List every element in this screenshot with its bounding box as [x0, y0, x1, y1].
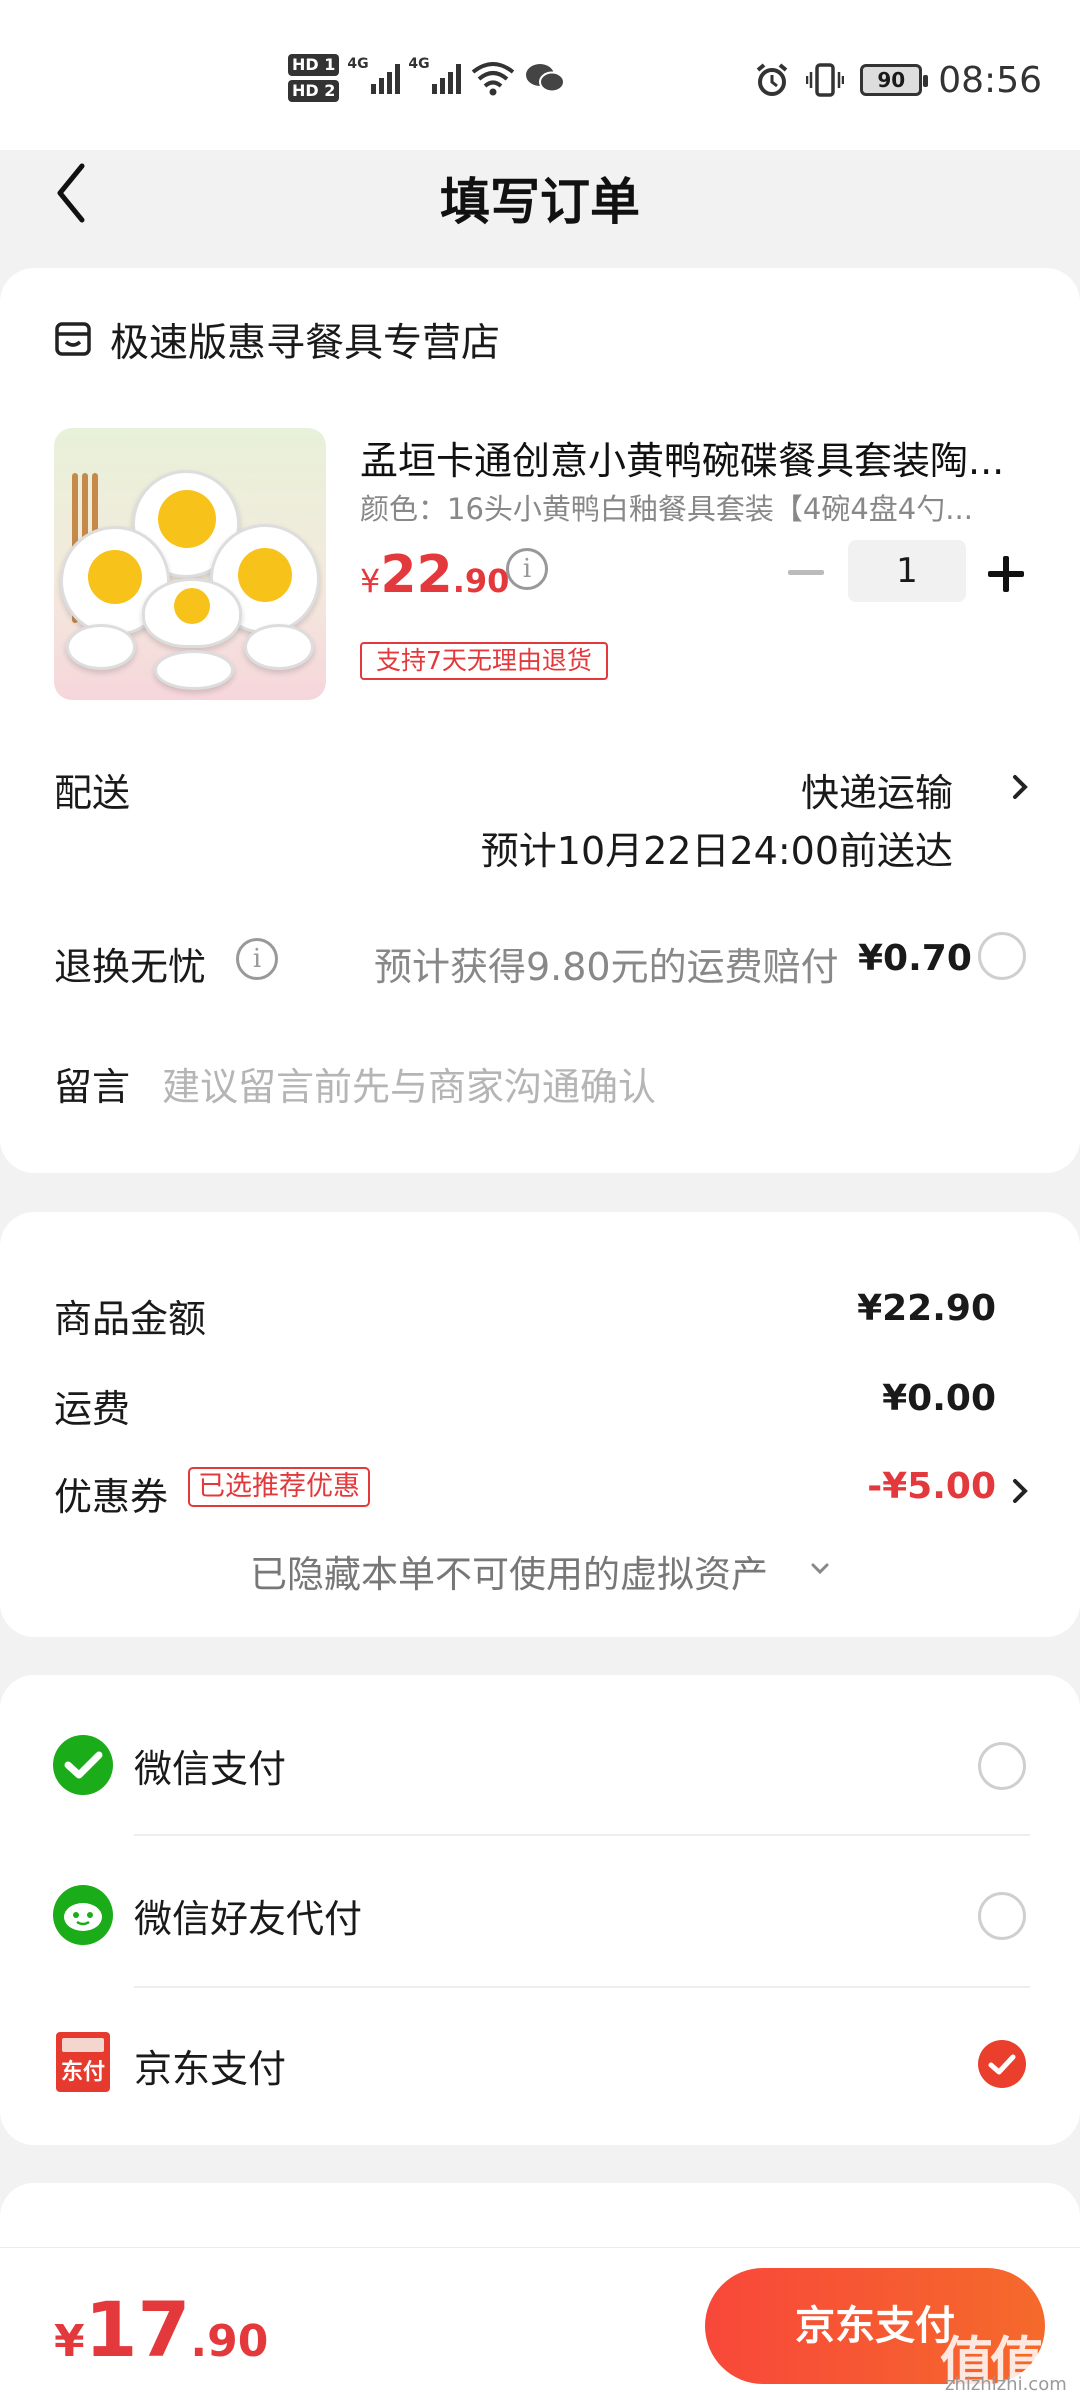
vibrate-icon [806, 63, 845, 97]
hidden-assets-toggle[interactable]: 已隐藏本单不可使用的虚拟资产 [250, 1544, 768, 1598]
shipping-label: 运费 [54, 1387, 131, 1431]
return-policy-tag: 支持7天无理由退货 [360, 642, 608, 680]
return-worry-desc: 预计获得9.80元的运费赔付 [374, 945, 839, 989]
status-right: 90 08:56 [754, 50, 1042, 110]
payment-radio-wechat-friend[interactable] [978, 1892, 1026, 1940]
delivery-eta: 预计10月22日24:00前送达 [480, 829, 953, 873]
wechat-notification-icon [526, 64, 566, 93]
chevron-down-icon[interactable] [808, 1560, 832, 1578]
payment-option-label: 京东支付 [134, 2047, 287, 2091]
jd-pay-icon: 东付 [56, 2032, 110, 2092]
wifi-icon [472, 62, 515, 96]
battery-icon: 90 [860, 64, 929, 96]
delivery-label: 配送 [54, 771, 131, 815]
hd1-badge: HD 1 [288, 54, 340, 76]
status-left: HD 1 HD 2 4G 4G [288, 48, 566, 108]
product-image[interactable] [54, 428, 326, 700]
payment-radio-jd[interactable] [978, 2040, 1026, 2088]
coupon-label: 优惠券 [54, 1475, 169, 1519]
payment-option-label: 微信支付 [134, 1747, 287, 1791]
payment-radio-wechat[interactable] [978, 1742, 1026, 1790]
signal-icon-1: 4G [347, 56, 401, 94]
coupon-value[interactable]: -¥5.00 [867, 1466, 996, 1507]
store-name[interactable]: 极速版惠寻餐具专营店 [110, 312, 500, 368]
alarm-icon [756, 63, 788, 96]
payment-option-label: 微信好友代付 [134, 1897, 363, 1941]
payment-option-jd[interactable]: 东付 京东支付 [0, 2000, 1080, 2130]
delivery-method[interactable]: 快递运输 [801, 762, 953, 817]
product-spec[interactable]: 颜色：16头小黄鸭白釉餐具套装【4碗4盘4勺... [360, 486, 973, 528]
chevron-right-icon[interactable] [1010, 772, 1030, 802]
order-card [0, 268, 1080, 1173]
total-price: ¥17.90 [54, 2285, 269, 2374]
product-title[interactable]: 孟垣卡通创意小黄鸭碗碟餐具套装陶... [360, 430, 1004, 485]
quantity-increase-button[interactable] [988, 556, 1024, 592]
coupon-chevron-right-icon[interactable] [1010, 1476, 1030, 1506]
divider [134, 1986, 1030, 1988]
goods-amount-label: 商品金额 [54, 1297, 207, 1341]
signal-icon-2: 4G [408, 56, 462, 94]
return-worry-label: 退换无忧 [54, 945, 207, 989]
message-input[interactable]: 建议留言前先与商家沟通确认 [162, 1056, 656, 1111]
watermark-url: zhizhizhi.com [945, 2374, 1067, 2395]
return-worry-price: ¥0.70 [858, 938, 972, 979]
payment-option-wechat-friend[interactable]: 微信好友代付 [0, 1850, 1080, 1980]
shipping-value: ¥0.00 [882, 1378, 996, 1419]
quantity-decrease-button[interactable] [788, 570, 824, 575]
product-price: ¥22.90 [360, 545, 510, 605]
quantity-input[interactable]: 1 [848, 540, 966, 602]
clock: 08:56 [938, 59, 1042, 101]
payment-option-wechat[interactable]: 微信支付 [0, 1700, 1080, 1830]
wechat-pay-icon [53, 1735, 113, 1795]
page-title: 填写订单 [440, 173, 640, 231]
status-bar: HD 1 HD 2 4G 4G 90 08:56 [0, 0, 1080, 150]
return-worry-radio[interactable] [978, 932, 1026, 980]
message-label: 留言 [54, 1065, 131, 1109]
coupon-tag: 已选推荐优惠 [188, 1467, 370, 1507]
hd2-badge: HD 2 [288, 80, 340, 102]
divider [134, 1834, 1030, 1836]
wechat-friend-pay-icon [53, 1885, 113, 1945]
store-icon [55, 322, 91, 356]
return-worry-info-icon[interactable]: i [236, 938, 278, 980]
price-info-icon[interactable]: i [506, 548, 548, 590]
goods-amount-value: ¥22.90 [857, 1288, 996, 1329]
check-icon [988, 2054, 1016, 2075]
